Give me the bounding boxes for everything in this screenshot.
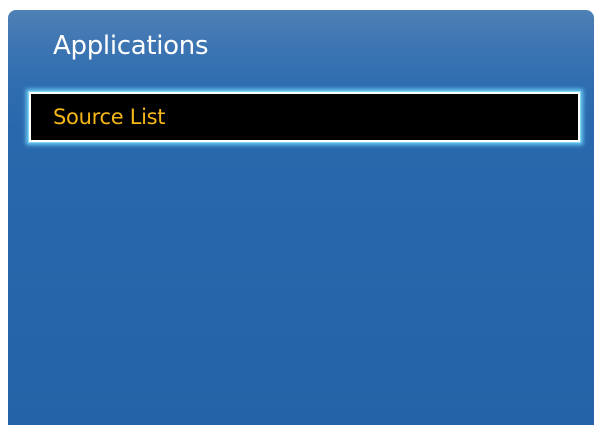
menu-title: Applications — [53, 31, 209, 61]
applications-menu-panel: Applications Source List — [8, 10, 594, 425]
menu-item-label: Source List — [53, 105, 166, 129]
menu-item-source-list[interactable]: Source List — [29, 92, 580, 142]
